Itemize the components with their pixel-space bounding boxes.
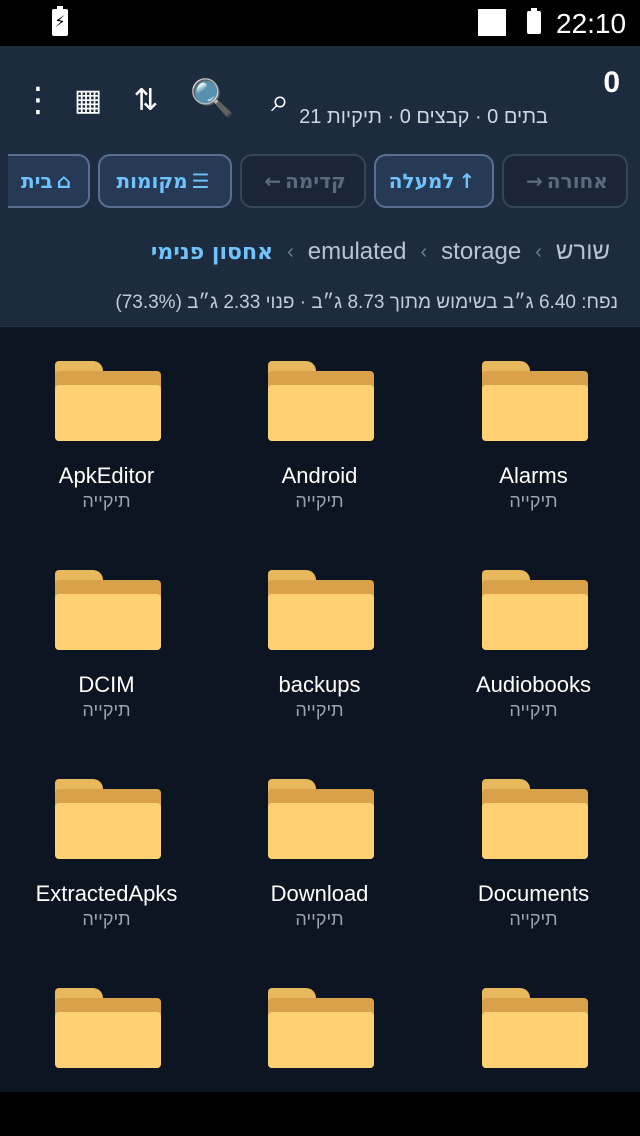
menu-lines-icon: ☰	[191, 169, 210, 193]
folder-icon	[268, 988, 374, 1068]
status-clock: 22:10	[556, 8, 627, 39]
sort-icon[interactable]: ⇅	[122, 76, 170, 124]
folder-type: תיקייה	[82, 491, 131, 511]
folder-icon	[482, 779, 588, 859]
home-button[interactable]: ⌂ בית	[8, 154, 90, 208]
folder-icon	[482, 570, 588, 650]
folder-icon	[482, 361, 588, 441]
arrow-right-icon: →	[526, 169, 543, 193]
folder-item[interactable]	[427, 954, 640, 1092]
breadcrumb-separator: ›	[535, 240, 542, 263]
folder-name: Download	[270, 881, 369, 906]
charging-bolt-icon: ⚡	[54, 12, 66, 31]
navigation-buttons: אחורה → ↑ למעלה קדימה ← ☰ מקומות ⌂ בית	[0, 154, 640, 210]
folder-name: ExtractedApks	[35, 881, 178, 906]
folder-type: תיקייה	[82, 700, 131, 720]
folder-icon	[268, 361, 374, 441]
navigation-bar	[0, 1092, 640, 1136]
folder-type: תיקייה	[82, 909, 131, 929]
folder-item[interactable]: Alarms תיקייה	[427, 327, 640, 536]
arrow-up-icon: ↑	[458, 169, 476, 193]
folder-name: DCIM	[78, 672, 135, 697]
folder-name: Android	[281, 463, 358, 488]
forward-label: קדימה	[285, 169, 346, 193]
breadcrumb-current[interactable]: אחסון פנימי	[151, 240, 273, 265]
breadcrumb-separator: ›	[287, 240, 294, 263]
folder-type: תיקייה	[295, 700, 344, 720]
app-header: ⋮ ▦ ⇅ 🔍 ⌕ 0 בתים 0 · קבצים 0 · תיקיות 21…	[0, 46, 640, 326]
folder-icon	[482, 988, 588, 1068]
folder-name: ApkEditor	[58, 463, 155, 488]
folder-icon	[55, 779, 161, 859]
file-grid: Alarms תיקייה Android תיקייה ApkEditor ת…	[0, 326, 640, 1092]
breadcrumb-separator: ›	[420, 240, 428, 263]
folder-type: תיקייה	[509, 491, 558, 511]
back-button[interactable]: אחורה →	[502, 154, 628, 208]
breadcrumb-emulated[interactable]: emulated	[308, 238, 407, 266]
magnifier-icon[interactable]: 🔍	[188, 74, 236, 122]
home-label: בית	[20, 169, 53, 193]
folder-item[interactable]: ExtractedApks תיקייה	[0, 745, 213, 954]
breadcrumb-root[interactable]: שורש	[556, 238, 610, 266]
folder-item[interactable]: backups תיקייה	[213, 536, 426, 745]
more-options-icon[interactable]: ⋮	[14, 76, 62, 124]
folder-icon	[55, 361, 161, 441]
status-bar: ⚡ 22:10	[0, 0, 640, 46]
places-button[interactable]: ☰ מקומות	[98, 154, 232, 208]
search-icon[interactable]: ⌕	[256, 76, 304, 124]
places-label: מקומות	[116, 169, 188, 193]
folder-item[interactable]: DCIM תיקייה	[0, 536, 213, 745]
breadcrumb: שורש › storage › emulated › אחסון פנימי	[0, 232, 640, 272]
grid-view-icon[interactable]: ▦	[64, 76, 112, 124]
selection-count: 0	[603, 66, 620, 99]
notification-icon	[478, 9, 506, 36]
up-button[interactable]: ↑ למעלה	[374, 154, 494, 208]
folder-icon	[55, 988, 161, 1068]
folder-type: תיקייה	[295, 491, 344, 511]
folder-summary: בתים 0 · קבצים 0 · תיקיות 21	[299, 106, 548, 128]
folder-item[interactable]: ApkEditor תיקייה	[0, 327, 213, 536]
folder-icon	[268, 570, 374, 650]
folder-item[interactable]	[0, 954, 213, 1092]
folder-item[interactable]: Audiobooks תיקייה	[427, 536, 640, 745]
arrow-left-icon: ←	[264, 169, 282, 193]
folder-item[interactable]: Android תיקייה	[213, 327, 426, 536]
up-label: למעלה	[388, 169, 455, 193]
storage-info: נפח: 6.40 ג״ב בשימוש מתוך 8.73 ג״ב · פנו…	[115, 292, 618, 313]
folder-name: backups	[278, 672, 361, 697]
folder-type: תיקייה	[295, 909, 344, 929]
folder-icon	[268, 779, 374, 859]
folder-type: תיקייה	[509, 909, 558, 929]
home-icon: ⌂	[56, 169, 72, 193]
battery-icon	[527, 8, 541, 34]
folder-type: תיקייה	[509, 700, 558, 720]
breadcrumb-storage[interactable]: storage	[441, 238, 521, 266]
folder-icon	[55, 570, 161, 650]
folder-name: Documents	[477, 881, 590, 906]
folder-name: Alarms	[499, 463, 568, 488]
forward-button[interactable]: קדימה ←	[240, 154, 366, 208]
folder-name: Audiobooks	[476, 672, 591, 697]
toolbar: ⋮ ▦ ⇅ 🔍 ⌕ 0 בתים 0 · קבצים 0 · תיקיות 21	[0, 46, 640, 146]
battery-charging-icon: ⚡	[52, 6, 68, 36]
back-label: אחורה	[546, 169, 608, 193]
folder-item[interactable]	[213, 954, 426, 1092]
folder-item[interactable]: Download תיקייה	[213, 745, 426, 954]
folder-item[interactable]: Documents תיקייה	[427, 745, 640, 954]
